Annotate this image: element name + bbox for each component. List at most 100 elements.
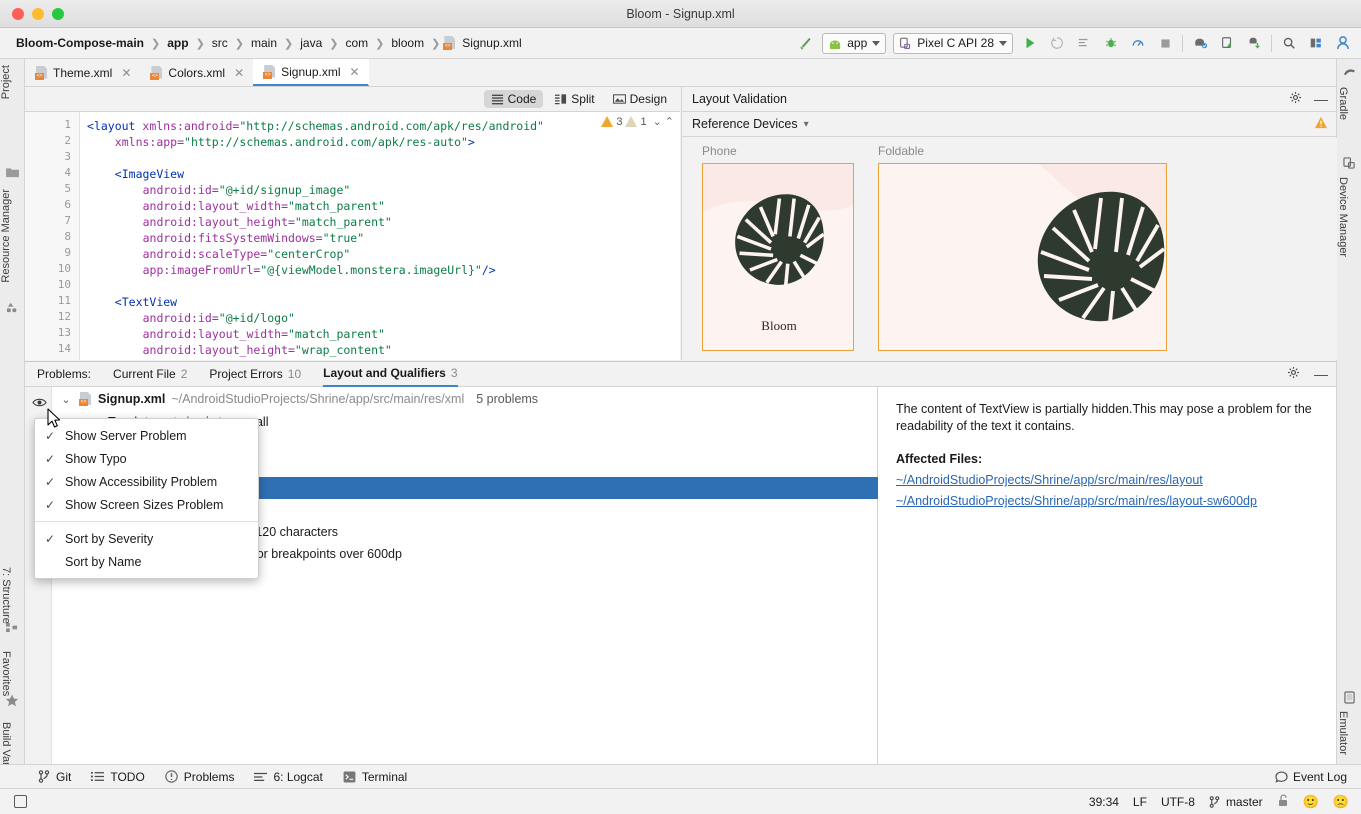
bottom-item-problems[interactable]: Problems (165, 770, 235, 784)
code-line[interactable]: android:layout_width="match_parent" (143, 326, 385, 342)
device-preview-foldable[interactable]: Foldable (878, 144, 1167, 351)
chevron-down-icon[interactable] (872, 41, 880, 46)
toggle-sidebar-icon[interactable] (14, 795, 27, 808)
file-encoding[interactable]: UTF-8 (1161, 795, 1195, 809)
code-line[interactable]: <ImageView (115, 166, 184, 182)
caret-position[interactable]: 39:34 (1089, 795, 1119, 809)
close-icon[interactable]: ✕ (117, 66, 131, 80)
bottom-item-git[interactable]: Git (38, 770, 71, 784)
sidebar-item-emulator[interactable]: Emulator (1337, 711, 1361, 755)
editor-scrollbar[interactable] (672, 112, 680, 360)
gear-icon[interactable] (1289, 91, 1302, 107)
apply-code-changes-icon[interactable] (1074, 33, 1094, 53)
sidebar-item-project[interactable]: Project (0, 65, 25, 99)
sad-face-icon[interactable]: 🙁 (1333, 794, 1349, 810)
affected-file-link[interactable]: ~/AndroidStudioProjects/Shrine/app/src/m… (896, 472, 1318, 489)
close-icon[interactable]: ✕ (230, 66, 244, 80)
tab-current-file[interactable]: Current File 2 (113, 362, 187, 387)
menu-item-sort-by-severity[interactable]: ✓ Sort by Severity (35, 527, 258, 550)
chevron-down-icon[interactable]: ⌄ (59, 393, 73, 406)
menu-item-show-server-problem[interactable]: ✓ Show Server Problem (35, 424, 258, 447)
menu-item-show-typo[interactable]: ✓ Show Typo (35, 447, 258, 470)
code-line[interactable]: <TextView (115, 294, 177, 310)
event-log-button[interactable]: Event Log (1275, 770, 1361, 784)
minimize-icon[interactable]: — (1314, 94, 1328, 104)
reference-devices-selector[interactable]: Reference Devices ▾ (682, 112, 1336, 137)
search-icon[interactable] (1279, 33, 1299, 53)
sidebar-item-favorites[interactable]: Favorites (0, 651, 25, 696)
unlocked-icon[interactable] (1277, 794, 1289, 810)
close-icon[interactable]: ✕ (346, 65, 360, 79)
eye-icon[interactable] (32, 397, 47, 411)
bottom-item-todo[interactable]: TODO (91, 770, 144, 784)
sidebar-item-resource-manager[interactable]: Resource Manager (0, 189, 25, 283)
run-configuration-selector[interactable]: app (822, 33, 886, 54)
chevron-down-icon[interactable] (999, 41, 1007, 46)
line-separator[interactable]: LF (1133, 795, 1147, 809)
tab-split-view[interactable]: Split (547, 90, 601, 108)
bottom-item-terminal[interactable]: Terminal (343, 770, 407, 784)
editor-tab-theme[interactable]: Theme.xml ✕ (25, 59, 140, 86)
editor-tab-colors[interactable]: Colors.xml ✕ (140, 59, 253, 86)
code-line[interactable]: android:id="@+id/logo" (143, 310, 295, 326)
chevron-down-icon[interactable]: ▾ (798, 119, 809, 130)
breadcrumb-item-main[interactable]: main (247, 35, 281, 51)
inspection-summary[interactable]: 3 1 ⌄ ⌃ (601, 115, 674, 128)
problems-file-row[interactable]: ⌄ Signup.xml ~/AndroidStudioProjects/Shr… (52, 387, 878, 411)
preview-canvas-phone[interactable]: Bloom (702, 163, 854, 351)
code-line[interactable]: android:layout_height="match_parent" (143, 214, 392, 230)
code-editor[interactable]: 123456789101011121314 <layout xmlns:andr… (25, 112, 680, 360)
happy-face-icon[interactable]: 🙂 (1303, 794, 1319, 810)
avd-manager-icon[interactable] (1217, 33, 1237, 53)
code-line[interactable]: android:layout_height="wrap_content" (143, 342, 392, 358)
problems-file-name: Signup.xml (98, 392, 165, 406)
run-icon[interactable] (1020, 33, 1040, 53)
menu-item-show-screen-sizes-problem[interactable]: ✓ Show Screen Sizes Problem (35, 493, 258, 516)
breadcrumb-item-com[interactable]: com (341, 35, 372, 51)
sidebar-item-device-manager[interactable]: Device Manager (1337, 177, 1361, 257)
gear-icon[interactable] (1287, 366, 1300, 382)
project-structure-icon[interactable] (1306, 33, 1326, 53)
hammer-icon[interactable] (795, 33, 815, 53)
tab-layout-and-qualifiers[interactable]: Layout and Qualifiers 3 (323, 362, 457, 387)
problems-icon (165, 770, 178, 783)
code-line[interactable]: android:layout_width="match_parent" (143, 198, 385, 214)
tab-project-errors[interactable]: Project Errors 10 (209, 362, 301, 387)
tab-code-view[interactable]: Code (484, 90, 544, 108)
problems-filter-menu[interactable]: ✓ Show Server Problem ✓ Show Typo ✓ Show… (34, 418, 259, 579)
device-selector[interactable]: Pixel C API 28 (893, 33, 1013, 54)
code-line[interactable]: android:fitsSystemWindows="true" (143, 230, 365, 246)
affected-file-link[interactable]: ~/AndroidStudioProjects/Shrine/app/src/m… (896, 493, 1318, 510)
apply-changes-icon[interactable] (1047, 33, 1067, 53)
editor-tab-signup[interactable]: Signup.xml ✕ (253, 59, 368, 86)
stop-icon[interactable] (1155, 33, 1175, 53)
sync-gradle-icon[interactable] (1244, 33, 1264, 53)
breadcrumb-item-bloom[interactable]: bloom (387, 35, 428, 51)
menu-item-show-accessibility-problem[interactable]: ✓ Show Accessibility Problem (35, 470, 258, 493)
code-line[interactable]: android:id="@+id/signup_image" (143, 182, 351, 198)
breadcrumb-item-src[interactable]: src (208, 35, 232, 51)
sidebar-item-gradle[interactable]: Gradle (1337, 87, 1361, 120)
account-icon[interactable] (1333, 33, 1353, 53)
code-line[interactable]: android:scaleType="centerCrop" (143, 246, 351, 262)
breadcrumb-item-file[interactable]: Signup.xml (458, 35, 525, 51)
sidebar-item-structure[interactable]: 7: Structure (0, 567, 25, 624)
warning-icon[interactable] (1314, 116, 1328, 132)
code-line[interactable]: <layout xmlns:android="http://schemas.an… (87, 118, 544, 134)
menu-item-sort-by-name[interactable]: Sort by Name (35, 550, 258, 573)
sdk-manager-icon[interactable] (1190, 33, 1210, 53)
profiler-icon[interactable] (1128, 33, 1148, 53)
breadcrumb-item-java[interactable]: java (296, 35, 326, 51)
minimize-icon[interactable]: — (1314, 370, 1328, 378)
breadcrumb-item-app[interactable]: app (163, 35, 192, 51)
device-preview-phone[interactable]: Phone (702, 144, 854, 351)
preview-canvas-foldable[interactable] (878, 163, 1167, 351)
tab-design-view[interactable]: Design (606, 90, 674, 108)
bottom-item-logcat[interactable]: 6: Logcat (254, 770, 322, 784)
git-branch-widget[interactable]: master (1209, 795, 1263, 809)
breadcrumb-item-project[interactable]: Bloom-Compose-main (12, 35, 148, 51)
code-line[interactable]: xmlns:app="http://schemas.android.com/ap… (115, 134, 475, 150)
code-line[interactable]: app:imageFromUrl="@{viewModel.monstera.i… (143, 262, 496, 278)
next-problem-icon[interactable]: ⌄ (650, 115, 662, 128)
debug-icon[interactable] (1101, 33, 1121, 53)
